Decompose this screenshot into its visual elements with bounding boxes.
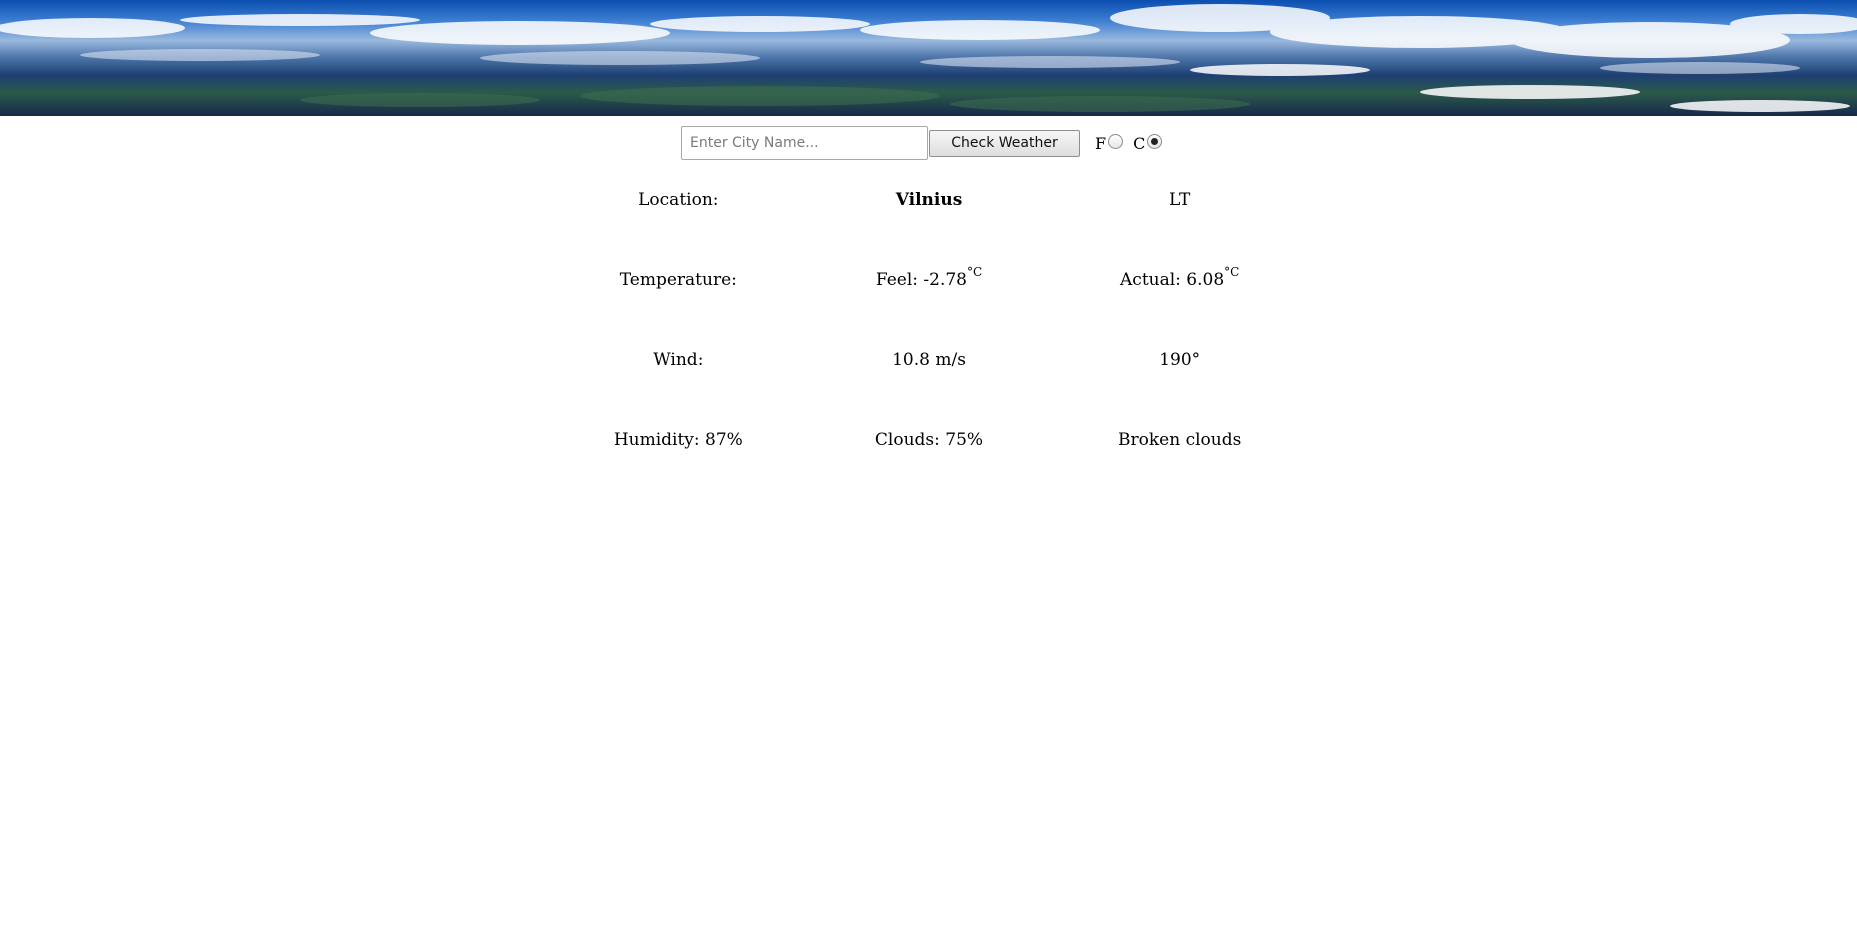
fahrenheit-label: F [1095,133,1107,153]
fahrenheit-radio[interactable] [1108,133,1124,149]
feels-like-unit: °C [966,265,983,279]
actual-temperature: Actual: 6.08°C [1054,254,1305,334]
feels-like-temperature: Feel: -2.78°C [804,254,1055,334]
wind-speed: 10.8 m/s [892,350,966,370]
actual-unit: °C [1224,265,1240,279]
check-weather-button[interactable]: Check Weather [929,129,1080,157]
sky-banner-image [0,0,1857,116]
actual-value: Actual: 6.08 [1120,270,1225,290]
celsius-radio[interactable] [1147,133,1163,149]
temperature-row: Temperature: Feel: -2.78°C Actual: 6.08°… [553,254,1305,334]
country-code: LT [1169,190,1191,210]
humidity-value: Humidity: 87% [613,430,743,450]
city-name-input[interactable] [681,126,928,160]
clouds-value: Clouds: 75% [874,430,984,450]
weather-results-grid: Location: Vilnius LT Temperature: Feel: … [553,174,1305,494]
location-label: Location: [638,190,719,210]
wind-label: Wind: [653,350,704,370]
feels-like-value: Feel: -2.78 [875,270,967,290]
wind-direction: 190° [1159,350,1201,370]
celsius-label: C [1133,133,1146,153]
location-row: Location: Vilnius LT [553,174,1305,254]
temperature-label: Temperature: [619,270,737,290]
sky-clouds-graphic [0,0,1857,116]
conditions-row: Humidity: 87% Clouds: 75% Broken clouds [553,414,1305,494]
unit-selector: F C [1095,133,1172,153]
weather-description: Broken clouds [1118,430,1242,450]
search-bar: Check Weather F C [681,126,1172,160]
wind-row: Wind: 10.8 m/s 190° [553,334,1305,414]
city-name: Vilnius [895,190,963,210]
